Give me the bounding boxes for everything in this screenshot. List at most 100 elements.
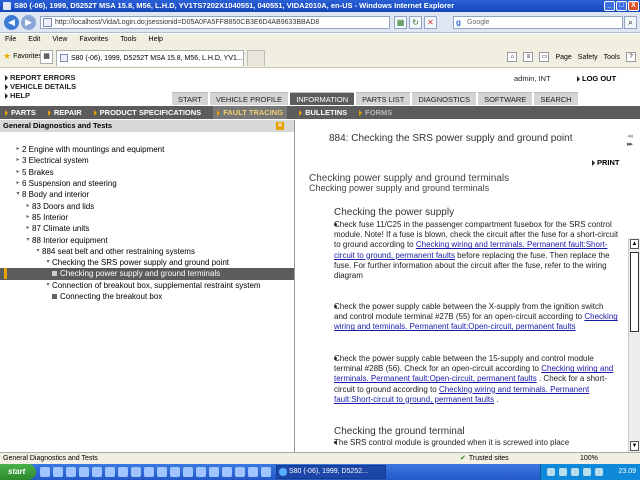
tree-item[interactable]: ▸ 6 Suspension and steering [0, 178, 294, 189]
menu-view[interactable]: View [52, 34, 67, 46]
collapse-icon[interactable]: ▾ [44, 257, 52, 268]
maximize-button[interactable]: □ [616, 1, 627, 11]
logout-link[interactable]: LOG OUT [577, 74, 616, 83]
scroll-up-icon[interactable]: ▲ [630, 239, 639, 249]
expand-icon[interactable]: ▸ [14, 178, 22, 189]
tray-icon[interactable] [583, 468, 591, 476]
tree-item[interactable]: ▸ 2 Engine with mountings and equipment [0, 144, 294, 155]
quicklaunch-icon[interactable] [170, 467, 180, 477]
subnav-forms[interactable]: FORMS [359, 108, 392, 117]
menu-help[interactable]: Help [149, 34, 163, 46]
scroll-down-icon[interactable]: ▼ [630, 441, 639, 451]
subnav-bulletins[interactable]: BULLETINS [299, 108, 347, 117]
quicklaunch-icon[interactable] [196, 467, 206, 477]
help-link[interactable]: HELP [5, 91, 76, 100]
quicklaunch-icon[interactable] [118, 467, 128, 477]
quick-tabs-icon[interactable]: ▦ [40, 50, 53, 64]
new-tab-button[interactable] [247, 50, 265, 66]
expand-icon[interactable]: ▸ [24, 212, 32, 223]
quicklaunch-icon[interactable] [92, 467, 102, 477]
home-icon[interactable]: ⌂ [507, 52, 518, 62]
collapse-icon[interactable]: ▾ [14, 189, 22, 200]
menu-file[interactable]: File [5, 34, 16, 46]
tree-item[interactable]: ▸ 3 Electrical system [0, 155, 294, 166]
tab-diagnostics[interactable]: DIAGNOSTICS [412, 92, 477, 105]
taskbar-task[interactable]: S80 (-06), 1999, D5252... [276, 465, 386, 479]
subnav-product-specifications[interactable]: PRODUCT SPECIFICATIONS [93, 108, 201, 117]
tree-item[interactable]: ▸ 5 Brakes [0, 167, 294, 178]
expand-icon[interactable]: ▸ [24, 201, 32, 212]
tray-icon[interactable] [547, 468, 555, 476]
tab-information[interactable]: INFORMATION [290, 92, 355, 105]
security-zone[interactable]: ✔ Trusted sites [460, 453, 509, 464]
collapse-icon[interactable]: ▾ [24, 235, 32, 246]
compatibility-icon[interactable]: ▦ [394, 16, 407, 29]
collapse-icon[interactable]: ▾ [44, 280, 52, 291]
tray-icon[interactable] [595, 468, 603, 476]
print-link[interactable]: PRINT [592, 158, 620, 167]
tree-item[interactable]: Connecting the breakout box [0, 291, 294, 302]
page-menu[interactable]: Page [555, 54, 571, 61]
minimize-button[interactable]: _ [604, 1, 615, 11]
quicklaunch-icon[interactable] [105, 467, 115, 477]
safety-menu[interactable]: Safety [578, 54, 598, 61]
close-button[interactable]: X [628, 1, 639, 11]
tab-start[interactable]: START [172, 92, 208, 105]
tree-item[interactable]: ▾ Checking the SRS power supply and groun… [0, 257, 294, 268]
tab-parts-list[interactable]: PARTS LIST [356, 92, 411, 105]
browser-tab[interactable]: S80 (-06), 1999, D5252T MSA 15.8, M56, L… [56, 50, 244, 66]
collapse-icon[interactable]: ▾ [34, 246, 42, 257]
quicklaunch-icon[interactable] [157, 467, 167, 477]
menu-favorites[interactable]: Favorites [79, 34, 108, 46]
zoom-level[interactable]: 100% [580, 453, 598, 464]
tools-menu[interactable]: Tools [604, 54, 620, 61]
url-field[interactable]: http://localhost/Vida/Login.do;jsessioni… [40, 16, 390, 29]
tree-item[interactable]: ▾ Connection of breakout box, supplementa… [0, 280, 294, 291]
expand-icon[interactable]: ▸ [14, 144, 22, 155]
quicklaunch-icon[interactable] [183, 467, 193, 477]
expand-icon[interactable]: ▸ [24, 223, 32, 234]
scrollbar[interactable]: ▲ ▼ [628, 238, 640, 452]
quicklaunch-icon[interactable] [144, 467, 154, 477]
help-icon[interactable]: ? [626, 52, 636, 62]
tab-vehicle-profile[interactable]: VEHICLE PROFILE [209, 92, 289, 105]
tab-search[interactable]: SEARCH [534, 92, 578, 105]
tree-item[interactable]: ▸ 83 Doors and lids [0, 200, 294, 211]
quicklaunch-icon[interactable] [53, 467, 63, 477]
report-errors-link[interactable]: REPORT ERRORS [5, 73, 76, 82]
refresh-icon[interactable]: ↻ [409, 16, 422, 29]
scroll-thumb[interactable] [630, 252, 639, 332]
feeds-icon[interactable]: ≡ [523, 52, 534, 62]
tree-item[interactable]: ▸ 87 Climate units [0, 223, 294, 234]
tree-item[interactable]: ▾ 884 seat belt and other restraining sys… [0, 246, 294, 257]
subnav-fault-tracing[interactable]: FAULT TRACING [213, 106, 288, 119]
tab-software[interactable]: SOFTWARE [478, 92, 533, 105]
tree-item-selected[interactable]: Checking power supply and ground termina… [0, 268, 294, 280]
expand-icon[interactable]: ▸ [14, 155, 22, 166]
start-button[interactable]: start [0, 464, 36, 480]
expand-icon[interactable]: ▸ [14, 167, 22, 178]
quicklaunch-icon[interactable] [79, 467, 89, 477]
menu-tools[interactable]: Tools [120, 34, 136, 46]
quicklaunch-icon[interactable] [131, 467, 141, 477]
tree-item[interactable]: ▾ 88 Interior equipment [0, 234, 294, 245]
subnav-repair[interactable]: REPAIR [47, 108, 82, 117]
close-icon[interactable]: ✕ [276, 122, 284, 130]
quicklaunch-icon[interactable] [235, 467, 245, 477]
prev-icon[interactable]: ◂◂ [627, 133, 633, 140]
stop-icon[interactable]: ✕ [424, 16, 437, 29]
search-icon[interactable]: ⌕ [624, 16, 637, 29]
print-icon[interactable]: ▭ [539, 52, 550, 62]
tray-icon[interactable] [559, 468, 567, 476]
subnav-parts[interactable]: PARTS [5, 108, 36, 117]
quicklaunch-icon[interactable] [248, 467, 258, 477]
tree-item[interactable]: ▾ 8 Body and interior [0, 189, 294, 200]
favorites-button[interactable]: ★ Favorites [3, 51, 42, 62]
tray-icon[interactable] [571, 468, 579, 476]
quicklaunch-icon[interactable] [209, 467, 219, 477]
tree-item[interactable]: ▸ 85 Interior [0, 212, 294, 223]
forward-icon[interactable]: ▶ [21, 15, 36, 30]
quicklaunch-icon[interactable] [261, 467, 271, 477]
search-input[interactable]: g Google [453, 16, 623, 29]
next-icon[interactable]: ▸▸ [627, 141, 633, 148]
